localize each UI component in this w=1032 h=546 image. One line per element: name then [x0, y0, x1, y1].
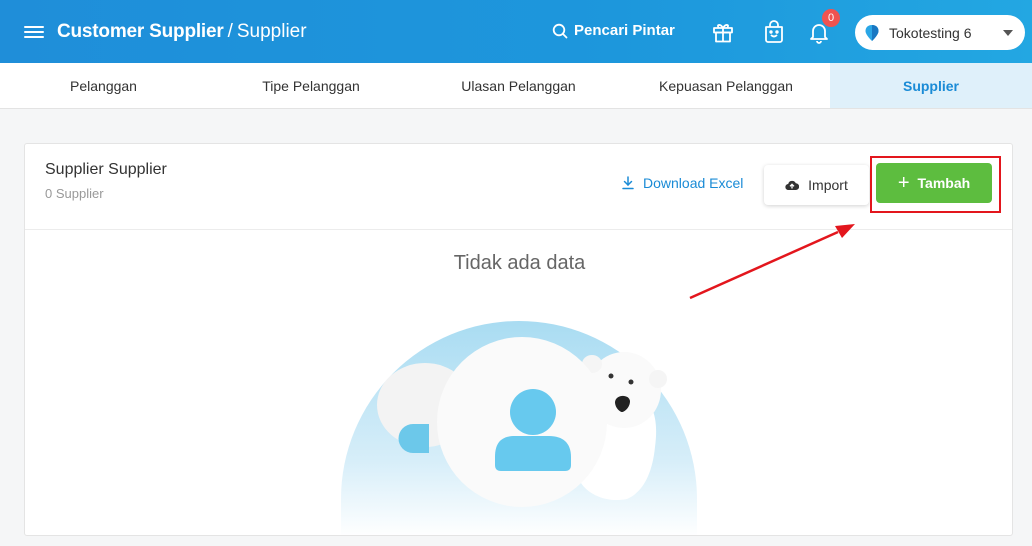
download-excel-link[interactable]: Download Excel: [621, 175, 743, 191]
tab-pelanggan[interactable]: Pelanggan: [0, 63, 207, 108]
breadcrumb: Customer Supplier / Supplier: [57, 21, 307, 43]
empty-state-text: Tidak ada data: [453, 252, 586, 274]
store-name: Tokotesting 6: [889, 24, 972, 41]
import-button[interactable]: Import: [764, 165, 869, 205]
tab-tipe-pelanggan[interactable]: Tipe Pelanggan: [207, 63, 415, 108]
chevron-down-icon: [1003, 30, 1013, 36]
smart-search-button[interactable]: Pencari Pintar: [552, 22, 675, 39]
empty-state-illustration: [341, 321, 697, 535]
card-header: Supplier Supplier 0 Supplier Download Ex…: [25, 144, 1012, 230]
breadcrumb-title[interactable]: Customer Supplier: [57, 21, 224, 43]
plus-icon: +: [897, 172, 910, 194]
breadcrumb-current: Supplier: [236, 20, 307, 42]
card-title: Supplier Supplier: [45, 161, 167, 178]
menu-icon[interactable]: [24, 24, 44, 40]
supplier-card: Supplier Supplier 0 Supplier Download Ex…: [24, 143, 1013, 536]
tab-ulasan-pelanggan[interactable]: Ulasan Pelanggan: [415, 63, 622, 108]
store-pin-icon: [865, 24, 879, 41]
add-label: Tambah: [917, 175, 971, 191]
gift-icon[interactable]: [710, 18, 736, 46]
store-selector[interactable]: Tokotesting 6: [855, 15, 1025, 50]
tab-supplier[interactable]: Supplier: [830, 63, 1032, 108]
download-icon: [622, 176, 634, 190]
notification-badge: 0: [822, 9, 840, 27]
top-bar: Customer Supplier / Supplier Pencari Pin…: [0, 0, 1032, 63]
breadcrumb-separator: /: [227, 20, 233, 42]
supplier-count: 0 Supplier: [45, 186, 104, 201]
tab-kepuasan-pelanggan[interactable]: Kepuasan Pelanggan: [622, 63, 830, 108]
tab-bar: Pelanggan Tipe Pelanggan Ulasan Pelangga…: [0, 63, 1032, 109]
search-icon: [552, 23, 568, 38]
smart-search-label: Pencari Pintar: [574, 22, 675, 39]
add-supplier-button[interactable]: + Tambah: [876, 163, 992, 203]
shopping-bag-icon[interactable]: [761, 18, 787, 46]
import-label: Import: [808, 177, 848, 193]
download-excel-label: Download Excel: [643, 175, 744, 191]
cloud-upload-icon: [785, 180, 800, 191]
